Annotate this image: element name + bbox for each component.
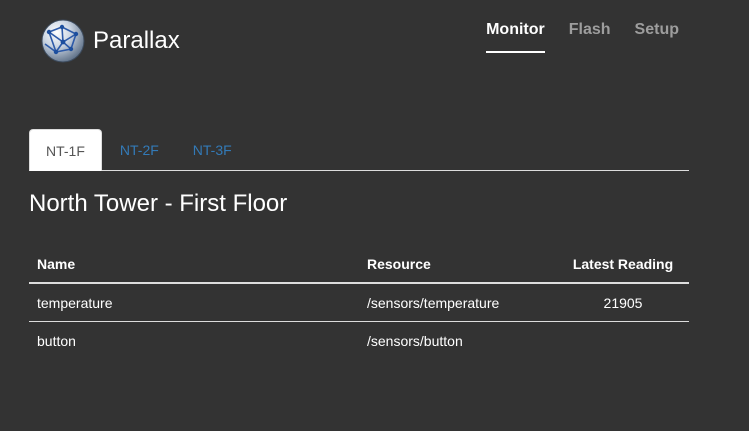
brand[interactable]: Parallax bbox=[40, 18, 180, 64]
header-latest-reading: Latest Reading bbox=[557, 246, 689, 284]
section-title: North Tower - First Floor bbox=[29, 190, 288, 217]
tab-nt-2f[interactable]: NT-2F bbox=[104, 129, 175, 170]
tab-nt-3f[interactable]: NT-3F bbox=[177, 129, 248, 170]
nav-flash[interactable]: Flash bbox=[569, 21, 611, 53]
sensor-name: button bbox=[37, 332, 76, 349]
sensor-reading: 21905 bbox=[557, 283, 689, 322]
brand-name: Parallax bbox=[93, 27, 180, 54]
tab-nt-1f[interactable]: NT-1F bbox=[29, 129, 102, 171]
sensor-reading bbox=[557, 322, 689, 360]
header-name: Name bbox=[29, 246, 359, 284]
floor-tabs: NT-1F NT-2F NT-3F bbox=[29, 129, 689, 171]
table-row: button /sensors/button bbox=[29, 322, 689, 360]
header-resource: Resource bbox=[359, 246, 557, 284]
sensor-resource: /sensors/button bbox=[367, 332, 463, 349]
nav-monitor[interactable]: Monitor bbox=[486, 21, 545, 53]
top-navigation: Monitor Flash Setup bbox=[462, 21, 679, 53]
sensor-resource: /sensors/temperature bbox=[359, 283, 557, 322]
globe-network-icon bbox=[41, 19, 85, 63]
sensor-table: Name Resource Latest Reading temperature… bbox=[29, 246, 689, 359]
nav-setup[interactable]: Setup bbox=[635, 21, 679, 53]
table-row: temperature /sensors/temperature 21905 bbox=[29, 283, 689, 322]
app-page: Parallax Monitor Flash Setup NT-1F NT-2F… bbox=[0, 0, 749, 431]
table-header-row: Name Resource Latest Reading bbox=[29, 246, 689, 284]
sensor-name: temperature bbox=[29, 283, 359, 322]
